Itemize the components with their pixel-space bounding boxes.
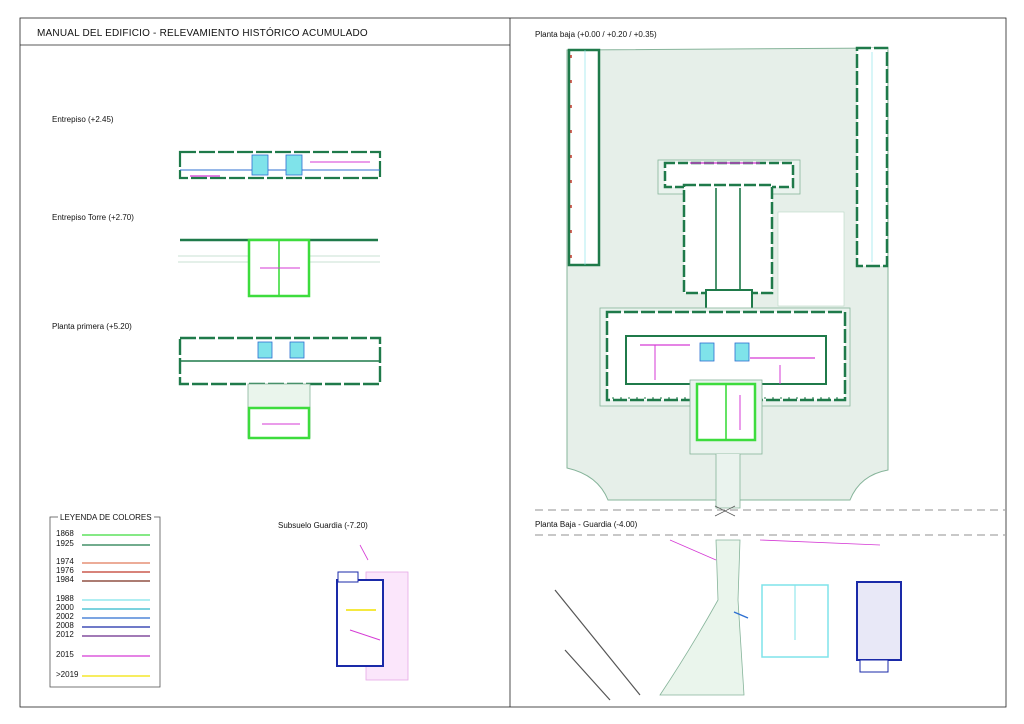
- legend-year-label: 2012: [56, 630, 74, 639]
- central-spine: [682, 183, 774, 295]
- planta-primera-label: Planta primera (+5.20): [52, 322, 132, 331]
- left-wing: [567, 48, 601, 267]
- planta-baja-guardia-plan: [554, 539, 902, 701]
- subsuelo-guardia-label: Subsuelo Guardia (-7.20): [278, 521, 368, 530]
- legend-title: LEYENDA DE COLORES: [58, 513, 154, 523]
- legend-year-label: 1868: [56, 529, 74, 538]
- planta-baja-guardia-label: Planta Baja - Guardia (-4.00): [535, 520, 638, 529]
- legend-year-label: 1984: [56, 575, 74, 584]
- light-yard: [777, 211, 845, 307]
- drawing-sheet: MANUAL DEL EDIFICIO - RELEVAMIENTO HISTÓ…: [0, 0, 1024, 724]
- subsuelo-blue-block: [336, 579, 384, 667]
- legend-year-label: 1925: [56, 539, 74, 548]
- subsuelo-guardia-plan: [336, 544, 409, 681]
- planta-baja-plan: [566, 46, 889, 509]
- planta-primera-plan: [178, 336, 382, 440]
- sheet-drawing: [19, 17, 1007, 708]
- entrepiso-label: Entrepiso (+2.45): [52, 115, 114, 124]
- legend-year-label: 2015: [56, 650, 74, 659]
- entrepiso-torre-label: Entrepiso Torre (+2.70): [52, 213, 134, 222]
- guardia-path: [659, 539, 745, 696]
- sheet-title: MANUAL DEL EDIFICIO - RELEVAMIENTO HISTÓ…: [37, 28, 368, 39]
- guardia-blue-block: [856, 581, 902, 661]
- legend-year-label: >2019: [56, 670, 79, 679]
- entrepiso-torre-plan: [178, 238, 380, 298]
- planta-baja-label: Planta baja (+0.00 / +0.20 / +0.35): [535, 30, 657, 39]
- entrepiso-plan: [178, 150, 382, 180]
